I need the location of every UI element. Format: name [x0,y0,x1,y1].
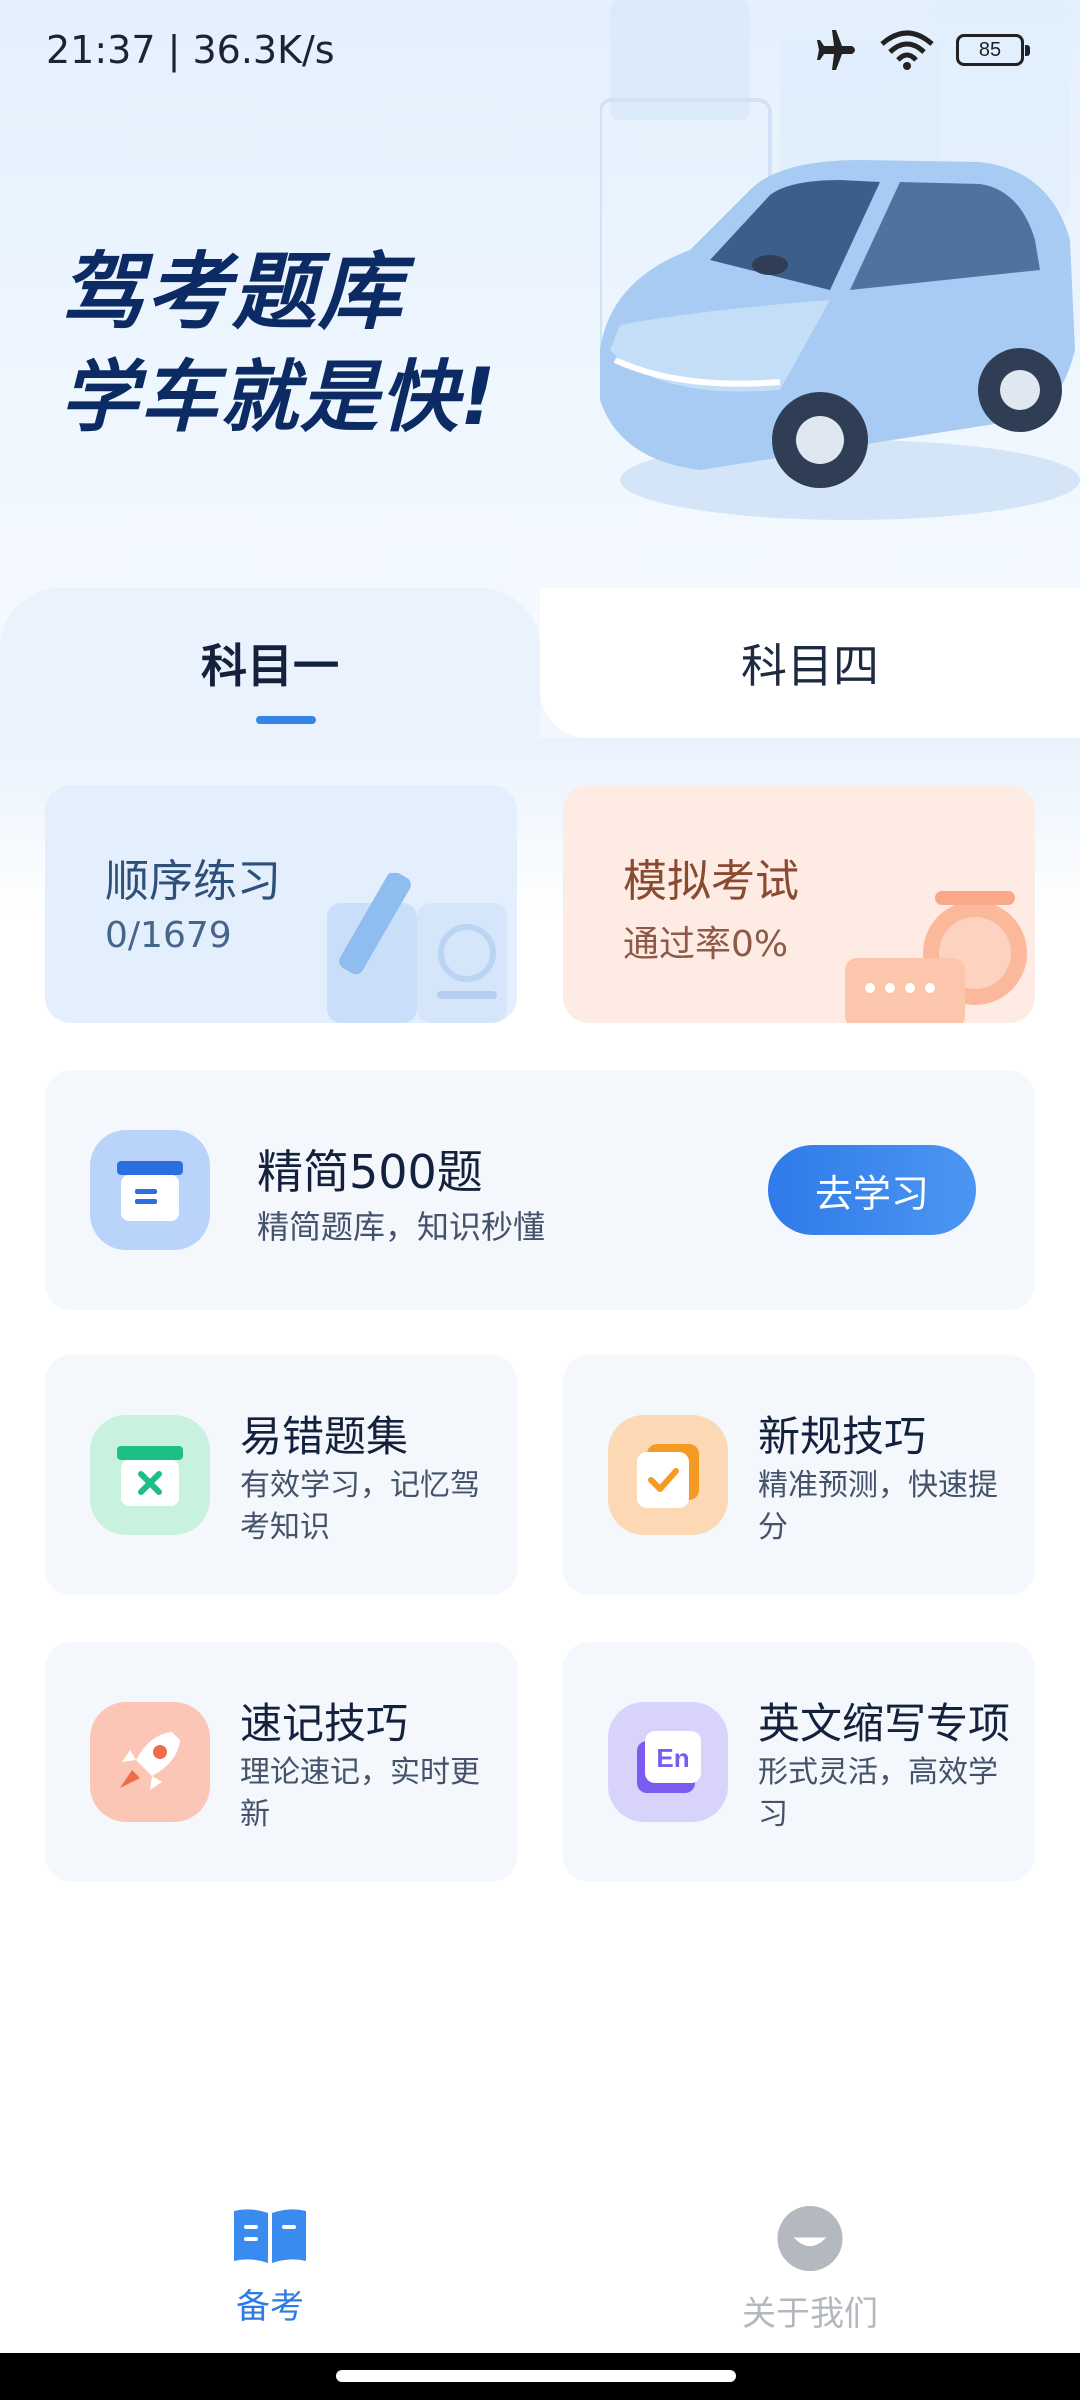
streamlined-500-card[interactable]: 精简500题 精简题库，知识秒懂 去学习 [45,1070,1035,1310]
nav-about-us[interactable]: 关于我们 [680,2205,940,2335]
hero-title: 驾考题库 [60,243,405,341]
new-rules-subtitle: 精准预测，快速提分 [758,1468,998,1545]
error-set-icon [90,1415,210,1535]
nav-exam-prep[interactable]: 备考 [140,2205,400,2335]
new-rules-icon [608,1415,728,1535]
mock-exam-title: 模拟考试 [623,856,799,907]
mock-exam-pass-rate: 通过率0% [623,924,789,965]
airplane-icon [817,30,855,70]
hero-subtitle: 学车就是快! [60,353,498,443]
subject-tabs: 科目一 科目四 [0,588,1080,738]
status-time: 21:37 | 36.3K/s [46,28,335,72]
battery-icon: 85 [956,34,1030,66]
svg-text:En: En [656,1743,689,1773]
english-abbr-subtitle: 形式灵活，高效学习 [758,1755,998,1832]
mock-exam-card[interactable]: 模拟考试 通过率0% [563,785,1035,1023]
speed-memory-subtitle: 理论速记，实时更新 [240,1755,480,1832]
error-set-card[interactable]: 易错题集 有效学习，记忆驾考知识 [45,1355,517,1595]
streamlined-500-title: 精简500题 [257,1145,483,1199]
bottom-navigation: 备考 关于我们 [0,2170,1080,2350]
new-rules-title: 新规技巧 [758,1412,927,1461]
new-rules-card[interactable]: 新规技巧 精准预测，快速提分 [563,1355,1035,1595]
nav-about-us-label: 关于我们 [742,2294,878,2334]
go-study-button[interactable]: 去学习 [768,1145,976,1235]
english-icon: En [608,1702,728,1822]
speed-memory-title: 速记技巧 [240,1699,409,1748]
car-illustration [600,160,1080,520]
nav-exam-prep-label: 备考 [236,2287,304,2327]
wifi-icon [880,30,934,70]
alarm-clock-icon [845,891,1027,1023]
error-set-title: 易错题集 [240,1412,409,1461]
home-indicator[interactable] [336,2370,736,2382]
streamlined-500-subtitle: 精简题库，知识秒懂 [257,1208,546,1246]
sequential-practice-title: 顺序练习 [105,856,281,907]
english-abbr-card[interactable]: En 英文缩写专项 形式灵活，高效学习 [563,1642,1035,1882]
book-icon [234,2209,306,2263]
book-pencil-icon [327,873,507,1023]
about-icon [777,2205,843,2272]
error-set-subtitle: 有效学习，记忆驾考知识 [240,1468,480,1545]
status-bar: 21:37 | 36.3K/s 85 [0,0,1080,100]
tab-subject-four[interactable]: 科目四 [540,588,1080,738]
status-icons: 85 [814,30,1030,70]
tab-active-indicator [256,716,316,724]
sequential-practice-progress: 0/1679 [105,915,232,956]
archive-box-icon [90,1130,210,1250]
english-abbr-title: 英文缩写专项 [758,1699,1011,1748]
sequential-practice-card[interactable]: 顺序练习 0/1679 [45,785,517,1023]
rocket-icon [90,1702,210,1822]
speed-memory-card[interactable]: 速记技巧 理论速记，实时更新 [45,1642,517,1882]
